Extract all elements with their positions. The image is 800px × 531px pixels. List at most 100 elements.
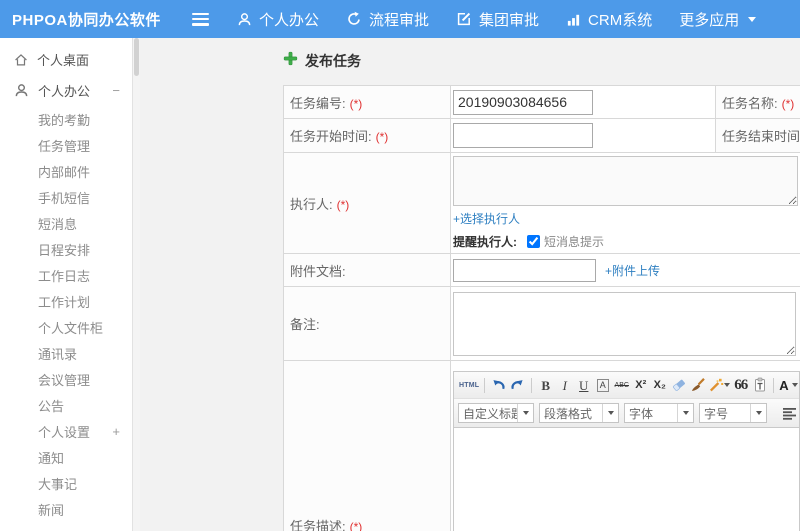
sidebar-item-personal-settings-label: 个人设置 [38, 424, 91, 440]
editor-content-area[interactable] [454, 428, 799, 531]
executor-textarea[interactable] [453, 156, 798, 206]
editor-toolbar-row1: HTML B I U A ABC X² X₂ 66 A [454, 372, 799, 399]
toolbar-separator [484, 377, 486, 393]
sidebar-item-personal-desktop[interactable]: 个人桌面 [0, 44, 132, 75]
font-style-button-label: A [596, 378, 609, 392]
blockquote-button[interactable]: 66 [732, 375, 749, 395]
attachment-upload-link[interactable]: +附件上传 [605, 262, 660, 279]
choose-executor-link[interactable]: +选择执行人 [453, 212, 520, 226]
sidebar-scrollbar-thumb[interactable] [134, 38, 139, 76]
format-brush-button[interactable] [689, 375, 706, 395]
publish-task-form: 任务编号:(*) 任务名称:(*) 任务开始时间:(*) 任务结束时间:(*) … [283, 85, 800, 531]
paste-text-button[interactable] [751, 375, 768, 395]
caret-down-icon [682, 411, 689, 415]
undo-button[interactable] [490, 375, 507, 395]
caret-down-icon [791, 383, 798, 387]
sidebar-item-work-log-label: 工作日志 [38, 268, 91, 284]
top-header: PHPOA协同办公软件 个人办公 流程审批 集团审批 CRM系统 更多应用 [0, 0, 800, 38]
sidebar: 个人桌面个人办公 − 我的考勤任务管理内部邮件手机短信短消息日程安排工作日志工作计划… [0, 38, 133, 531]
sidebar-item-personal-office-label: 个人办公 [38, 84, 91, 99]
nav-crm-system[interactable]: CRM系统 [566, 9, 652, 30]
start-time-label: 任务开始时间: [290, 129, 372, 144]
autoformat-button[interactable] [708, 375, 731, 395]
custom-title-select-value: 自定义标题 [463, 406, 517, 421]
nav-group-approval-label: 集团审批 [479, 11, 540, 29]
align-left-button[interactable] [779, 403, 799, 423]
font-color-button[interactable]: A [779, 375, 798, 395]
sidebar-item-short-message[interactable]: 短消息 [0, 210, 132, 236]
nav-more-apps[interactable]: 更多应用 [679, 9, 757, 30]
sidebar-item-notification-label: 通知 [38, 450, 65, 466]
task-number-input[interactable] [453, 89, 593, 115]
required-mark: (*) [349, 520, 363, 531]
toolbar-separator [773, 377, 775, 393]
plus-icon [283, 51, 298, 66]
bold-button[interactable]: B [537, 375, 554, 395]
custom-title-select[interactable]: 自定义标题 [458, 403, 534, 423]
italic-button[interactable]: I [556, 375, 573, 395]
header-nav: 个人办公 流程审批 集团审批 CRM系统 更多应用 [237, 9, 757, 30]
sidebar-item-my-attendance-label: 我的考勤 [38, 112, 91, 128]
sidebar-item-internal-mail[interactable]: 内部邮件 [0, 158, 132, 184]
sidebar-item-my-attendance[interactable]: 我的考勤 [0, 106, 132, 132]
eraser-button[interactable] [670, 375, 687, 395]
sidebar-item-contacts-label: 通讯录 [38, 346, 78, 362]
sidebar-item-work-plan[interactable]: 工作计划 [0, 288, 132, 314]
start-time-input[interactable] [453, 123, 593, 148]
redo-button[interactable] [509, 375, 526, 395]
sidebar-item-personal-desktop-label: 个人桌面 [37, 53, 90, 68]
underline-button[interactable]: U [575, 375, 592, 395]
sms-remind-label: 短消息提示 [544, 235, 605, 249]
hamburger-menu-button[interactable] [192, 12, 209, 26]
sidebar-item-notification[interactable]: 通知 [0, 444, 132, 470]
remind-executor-label: 提醒执行人: [453, 235, 517, 249]
nav-workflow-approval[interactable]: 流程审批 [346, 9, 429, 30]
collapse-icon[interactable]: − [112, 84, 120, 97]
sidebar-scrollbar[interactable] [133, 38, 140, 531]
app-logo: PHPOA协同办公软件 [12, 11, 161, 29]
sidebar-item-personal-file-cabinet[interactable]: 个人文件柜 [0, 314, 132, 340]
sidebar-item-meeting-management[interactable]: 会议管理 [0, 366, 132, 392]
font-family-select[interactable]: 字体 [624, 403, 694, 423]
font-size-select[interactable]: 字号 [699, 403, 767, 423]
sidebar-item-schedule-label: 日程安排 [38, 242, 91, 258]
nav-group-approval[interactable]: 集团审批 [456, 9, 539, 30]
blockquote-button-label: 66 [734, 376, 748, 393]
italic-button-label: I [562, 377, 567, 393]
superscript-button[interactable]: X² [632, 375, 649, 395]
sidebar-item-news[interactable]: 新闻 [0, 496, 132, 522]
edit-icon [457, 12, 471, 26]
sidebar-item-major-events[interactable]: 大事记 [0, 470, 132, 496]
sidebar-item-announcement[interactable]: 公告 [0, 392, 132, 418]
remark-label: 备注: [290, 317, 320, 332]
sidebar-item-internal-mail-label: 内部邮件 [38, 164, 91, 180]
attachment-input[interactable] [453, 258, 596, 282]
eraser-icon [672, 379, 685, 391]
nav-personal-office[interactable]: 个人办公 [237, 9, 319, 30]
sms-remind-checkbox[interactable] [527, 235, 540, 248]
subscript-button[interactable]: X₂ [651, 375, 668, 395]
font-style-button[interactable]: A [594, 375, 611, 395]
source-button[interactable]: HTML [459, 375, 479, 395]
sidebar-item-work-log[interactable]: 工作日志 [0, 262, 132, 288]
person-icon [238, 12, 251, 25]
form-row-executor: 执行人: (*) +选择执行人 提醒执行人: 短消息提示 [283, 152, 800, 254]
sidebar-item-schedule[interactable]: 日程安排 [0, 236, 132, 262]
caret-box [517, 404, 533, 422]
expand-icon[interactable]: + [112, 425, 120, 438]
nav-crm-system-label: CRM系统 [588, 11, 653, 29]
sidebar-item-mobile-sms-label: 手机短信 [38, 190, 91, 206]
sidebar-item-personal-settings[interactable]: 个人设置 + [0, 418, 132, 444]
remark-textarea[interactable] [453, 291, 796, 356]
sidebar-item-mobile-sms[interactable]: 手机短信 [0, 184, 132, 210]
sidebar-item-task-management[interactable]: 任务管理 [0, 132, 132, 158]
nav-personal-office-label: 个人办公 [259, 11, 320, 29]
redo-icon [511, 379, 523, 389]
font-size-select-value: 字号 [704, 406, 729, 421]
paragraph-format-select[interactable]: 段落格式 [539, 403, 619, 423]
sidebar-item-personal-office[interactable]: 个人办公 − [0, 75, 132, 106]
sidebar-item-contacts[interactable]: 通讯录 [0, 340, 132, 366]
form-row-description: 任务描述:(*) HTMLBIUAABCX²X₂66A 自定义标题段落格式字体字… [283, 360, 800, 531]
strikethrough-button[interactable]: ABC [613, 375, 630, 395]
align-left-icon [782, 407, 796, 420]
